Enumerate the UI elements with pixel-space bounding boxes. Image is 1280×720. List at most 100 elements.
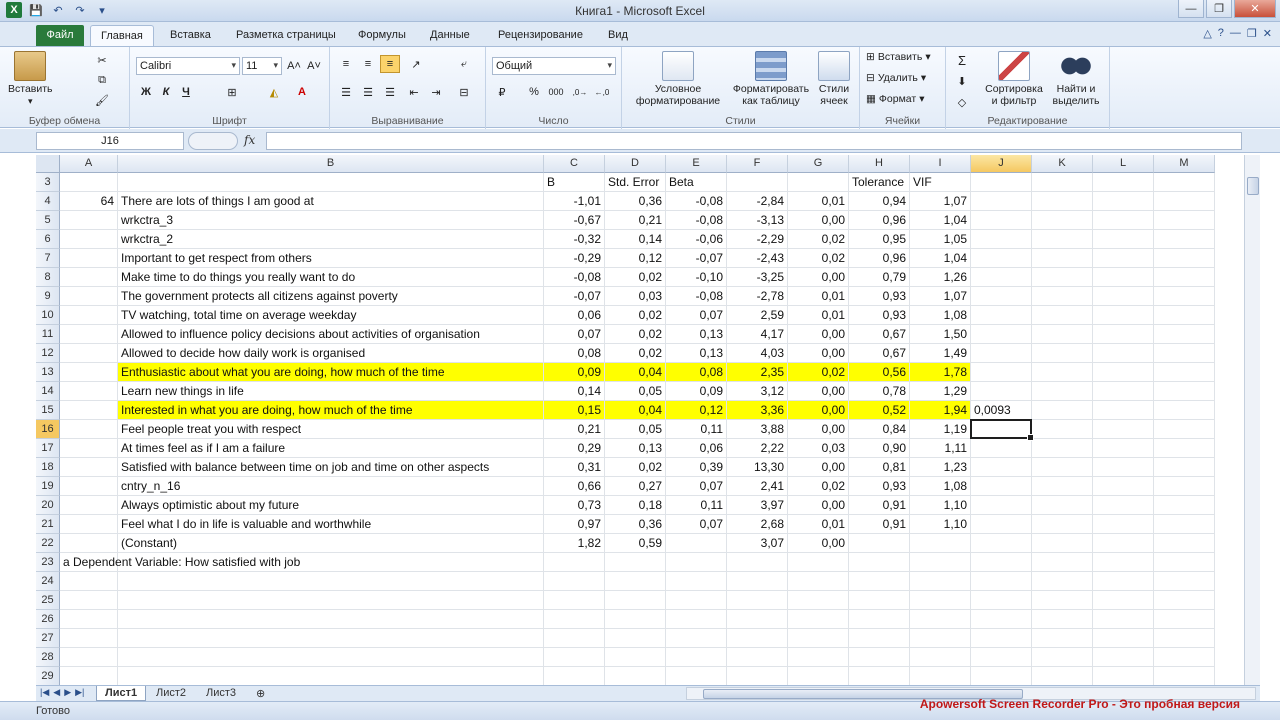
cell-h8[interactable]: 0,79 bbox=[849, 268, 910, 287]
copy-icon[interactable]: ⧉ bbox=[92, 71, 112, 89]
cell-a4[interactable]: 64 bbox=[60, 192, 118, 211]
cell-g23[interactable] bbox=[788, 553, 849, 572]
cell-i26[interactable] bbox=[910, 610, 971, 629]
cell-i24[interactable] bbox=[910, 572, 971, 591]
cell-h29[interactable] bbox=[849, 667, 910, 685]
row-header[interactable]: 25 bbox=[36, 591, 60, 610]
cell-c26[interactable] bbox=[544, 610, 605, 629]
vertical-scroll-thumb[interactable] bbox=[1247, 177, 1259, 195]
cell-j19[interactable] bbox=[971, 477, 1032, 496]
cell-k4[interactable] bbox=[1032, 192, 1093, 211]
prev-sheet-icon[interactable]: ◀ bbox=[53, 687, 60, 698]
cell-i7[interactable]: 1,04 bbox=[910, 249, 971, 268]
cell-c7[interactable]: -0,29 bbox=[544, 249, 605, 268]
tab-view[interactable]: Вид bbox=[598, 25, 638, 46]
cell-m26[interactable] bbox=[1154, 610, 1215, 629]
cell-d13[interactable]: 0,04 bbox=[605, 363, 666, 382]
decrease-decimal-icon[interactable]: ←,0 bbox=[592, 83, 612, 101]
cell-a12[interactable] bbox=[60, 344, 118, 363]
cell-f26[interactable] bbox=[727, 610, 788, 629]
cell-j3[interactable] bbox=[971, 173, 1032, 192]
cell-c18[interactable]: 0,31 bbox=[544, 458, 605, 477]
cell-d11[interactable]: 0,02 bbox=[605, 325, 666, 344]
cell-a24[interactable] bbox=[60, 572, 118, 591]
cell-h7[interactable]: 0,96 bbox=[849, 249, 910, 268]
cell-k15[interactable] bbox=[1032, 401, 1093, 420]
cell-a17[interactable] bbox=[60, 439, 118, 458]
cell-a27[interactable] bbox=[60, 629, 118, 648]
cell-m29[interactable] bbox=[1154, 667, 1215, 685]
cell-f6[interactable]: -2,29 bbox=[727, 230, 788, 249]
cell-a23[interactable]: a Dependent Variable: How satisfied with… bbox=[60, 553, 300, 572]
cell-f27[interactable] bbox=[727, 629, 788, 648]
format-painter-icon[interactable]: 🖌 bbox=[92, 91, 112, 109]
select-all-corner[interactable] bbox=[36, 155, 60, 173]
cell-h25[interactable] bbox=[849, 591, 910, 610]
cell-i16[interactable]: 1,19 bbox=[910, 420, 971, 439]
cell-m13[interactable] bbox=[1154, 363, 1215, 382]
cell-l4[interactable] bbox=[1093, 192, 1154, 211]
fill-icon[interactable]: ⬇ bbox=[952, 72, 972, 90]
cell-k8[interactable] bbox=[1032, 268, 1093, 287]
cell-b28[interactable] bbox=[118, 648, 544, 667]
cell-i20[interactable]: 1,10 bbox=[910, 496, 971, 515]
cell-f18[interactable]: 13,30 bbox=[727, 458, 788, 477]
cell-i22[interactable] bbox=[910, 534, 971, 553]
increase-indent-icon[interactable]: ⇥ bbox=[426, 83, 446, 101]
cell-e28[interactable] bbox=[666, 648, 727, 667]
cell-m7[interactable] bbox=[1154, 249, 1215, 268]
cell-b27[interactable] bbox=[118, 629, 544, 648]
row-header[interactable]: 24 bbox=[36, 572, 60, 591]
cell-l29[interactable] bbox=[1093, 667, 1154, 685]
cell-e23[interactable] bbox=[666, 553, 727, 572]
cell-b14[interactable]: Learn new things in life bbox=[118, 382, 544, 401]
cell-l17[interactable] bbox=[1093, 439, 1154, 458]
cell-j14[interactable] bbox=[971, 382, 1032, 401]
cell-h19[interactable]: 0,93 bbox=[849, 477, 910, 496]
cell-m12[interactable] bbox=[1154, 344, 1215, 363]
column-header-g[interactable]: G bbox=[788, 155, 849, 173]
sort-filter-button[interactable]: Сортировка и фильтр bbox=[982, 51, 1046, 107]
cell-l22[interactable] bbox=[1093, 534, 1154, 553]
cell-h26[interactable] bbox=[849, 610, 910, 629]
cell-styles-button[interactable]: Стили ячеек bbox=[814, 51, 854, 107]
cell-e24[interactable] bbox=[666, 572, 727, 591]
cell-i11[interactable]: 1,50 bbox=[910, 325, 971, 344]
grow-font-icon[interactable]: A˄ bbox=[284, 57, 304, 75]
cell-c20[interactable]: 0,73 bbox=[544, 496, 605, 515]
align-bottom-icon[interactable]: ≡ bbox=[380, 55, 400, 73]
cell-h17[interactable]: 0,90 bbox=[849, 439, 910, 458]
cell-j27[interactable] bbox=[971, 629, 1032, 648]
cell-f13[interactable]: 2,35 bbox=[727, 363, 788, 382]
cell-a22[interactable] bbox=[60, 534, 118, 553]
row-header[interactable]: 10 bbox=[36, 306, 60, 325]
cell-b23[interactable] bbox=[118, 553, 544, 572]
sheet-tab-2[interactable]: Лист2 bbox=[148, 686, 194, 701]
cell-k18[interactable] bbox=[1032, 458, 1093, 477]
cell-c22[interactable]: 1,82 bbox=[544, 534, 605, 553]
cell-e27[interactable] bbox=[666, 629, 727, 648]
cell-h23[interactable] bbox=[849, 553, 910, 572]
cell-b11[interactable]: Allowed to influence policy decisions ab… bbox=[118, 325, 544, 344]
cell-a5[interactable] bbox=[60, 211, 118, 230]
cell-c23[interactable] bbox=[544, 553, 605, 572]
cell-e26[interactable] bbox=[666, 610, 727, 629]
cell-h14[interactable]: 0,78 bbox=[849, 382, 910, 401]
row-header[interactable]: 27 bbox=[36, 629, 60, 648]
cell-f10[interactable]: 2,59 bbox=[727, 306, 788, 325]
minimize-icon[interactable]: — bbox=[1178, 0, 1204, 18]
cell-a16[interactable] bbox=[60, 420, 118, 439]
currency-format-icon[interactable]: ₽ bbox=[492, 83, 512, 101]
cell-f12[interactable]: 4,03 bbox=[727, 344, 788, 363]
row-header[interactable]: 21 bbox=[36, 515, 60, 534]
cell-d22[interactable]: 0,59 bbox=[605, 534, 666, 553]
cell-e9[interactable]: -0,08 bbox=[666, 287, 727, 306]
cell-e5[interactable]: -0,08 bbox=[666, 211, 727, 230]
cell-b24[interactable] bbox=[118, 572, 544, 591]
cell-l13[interactable] bbox=[1093, 363, 1154, 382]
first-sheet-icon[interactable]: |◀ bbox=[40, 687, 49, 698]
cell-k21[interactable] bbox=[1032, 515, 1093, 534]
cell-d21[interactable]: 0,36 bbox=[605, 515, 666, 534]
cell-i25[interactable] bbox=[910, 591, 971, 610]
cell-c13[interactable]: 0,09 bbox=[544, 363, 605, 382]
